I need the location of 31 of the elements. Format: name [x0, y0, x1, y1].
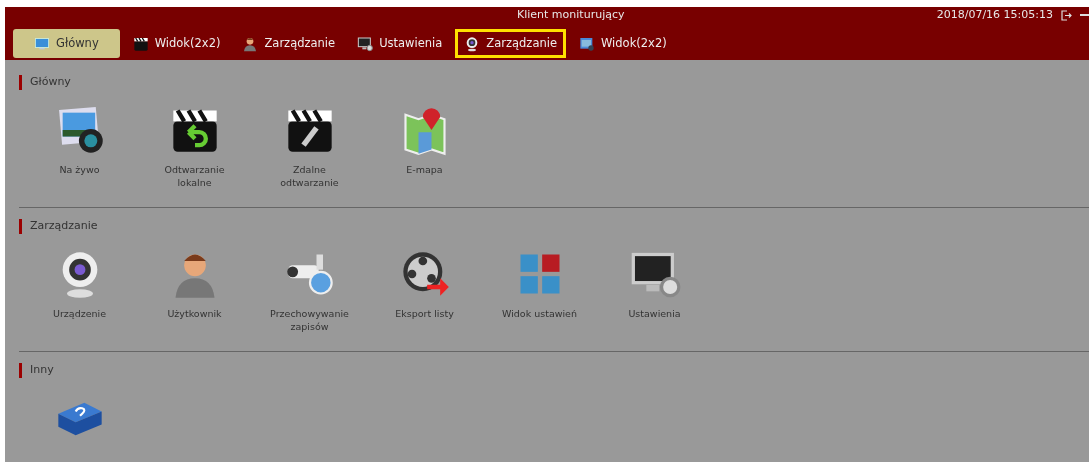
launcher-label[interactable]: Zdalne odtwarzanie	[265, 164, 354, 190]
tab[interactable]: Ustawienia	[348, 28, 452, 59]
date-time: 2018/07/16 15:05:13	[936, 7, 1053, 23]
minimize-icon[interactable]	[1080, 14, 1089, 17]
launcher-label[interactable]: Urządzenie	[35, 308, 124, 321]
monitor-icon	[34, 35, 50, 52]
tab[interactable]: Widok(2x2)	[570, 28, 676, 59]
launcher-label[interactable]: Odtwarzanie lokalne	[150, 164, 239, 190]
section-title: Inny	[30, 361, 54, 378]
section-marker	[19, 218, 22, 234]
launcher-label[interactable]: Na żywo	[35, 164, 124, 177]
monitor-gear-icon	[357, 35, 374, 52]
section-marker	[19, 362, 22, 378]
launcher-label[interactable]: Przechowywanie zapisów	[265, 308, 354, 334]
person-icon	[242, 35, 259, 52]
tab[interactable]: Zarządzanie	[455, 28, 566, 59]
tab[interactable]: Zarządzanie	[233, 28, 345, 59]
window-title: Klient moniturujący	[517, 7, 625, 23]
section-title: Zarządzanie	[30, 217, 98, 234]
tab[interactable]: Główny	[13, 28, 120, 59]
launcher-label[interactable]: Eksport listy	[380, 308, 469, 321]
window-icon	[579, 35, 595, 52]
section-title: Główny	[30, 73, 71, 90]
launcher-label[interactable]: Użytkownik	[150, 308, 239, 321]
logout-icon[interactable]	[1061, 9, 1072, 21]
launcher-label[interactable]: Ustawienia	[610, 308, 699, 321]
tab[interactable]: Widok(2x2)	[123, 28, 230, 59]
section-marker	[19, 74, 22, 90]
launcher-label[interactable]: E-mapa	[380, 164, 469, 177]
clapperboard-icon	[132, 35, 149, 52]
launcher-label[interactable]: Widok ustawień	[495, 308, 584, 321]
